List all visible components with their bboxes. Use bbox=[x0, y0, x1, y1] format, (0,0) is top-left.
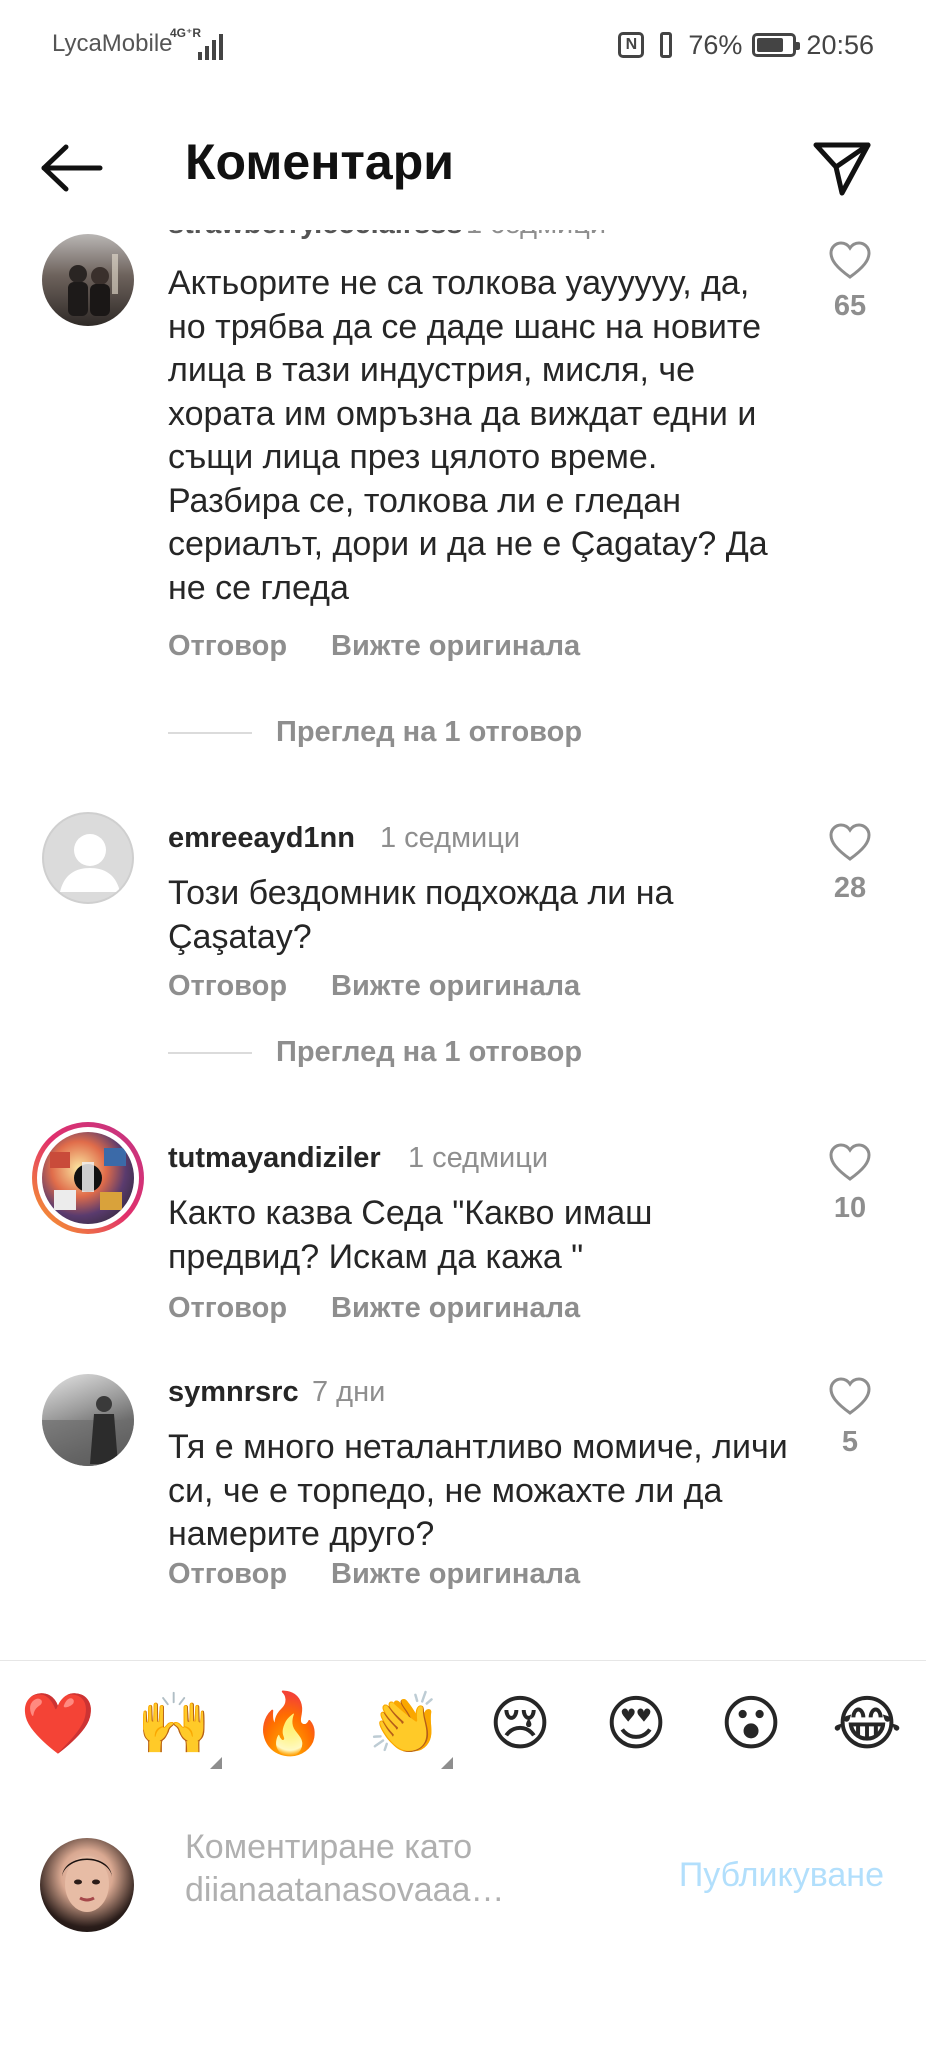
post-button[interactable]: Публикуване bbox=[679, 1856, 884, 1895]
comment-text: Както казва Седа "Какво имаш предвид? Ис… bbox=[168, 1194, 653, 1276]
clapping-hands-emoji-icon[interactable]: 👏 bbox=[367, 1689, 453, 1769]
reply-button[interactable]: Отговор bbox=[168, 630, 287, 663]
view-replies-button[interactable]: Преглед на 1 отговор bbox=[168, 1036, 582, 1069]
comment-username[interactable]: strawberry.ecclairsss bbox=[168, 230, 463, 241]
like-button[interactable]: 5 bbox=[822, 1376, 878, 1459]
view-replies-label: Преглед на 1 отговор bbox=[276, 1036, 583, 1068]
avatar[interactable] bbox=[42, 234, 134, 326]
comments-list[interactable]: strawberry.ecclairsss 1 седмици Актьорит… bbox=[0, 230, 926, 1660]
heart-icon bbox=[829, 823, 871, 861]
comment-username[interactable]: emreeayd1nn bbox=[168, 822, 355, 855]
comment-time: 7 дни bbox=[312, 1376, 386, 1408]
avatar[interactable] bbox=[42, 1374, 134, 1466]
comment-text: Този бездомник подхожда ли на Çaşatay? bbox=[168, 874, 674, 956]
story-ring-avatar[interactable] bbox=[32, 1122, 144, 1234]
heart-eyes-emoji-icon[interactable]: 😍 bbox=[598, 1689, 674, 1759]
comment-text: Актьорите не са толкова уаууууу, да, но … bbox=[168, 264, 768, 607]
share-button[interactable] bbox=[810, 135, 874, 199]
avatar[interactable] bbox=[42, 812, 134, 904]
comment-username[interactable]: tutmayandiziler bbox=[168, 1142, 381, 1175]
clock: 20:56 bbox=[806, 29, 874, 60]
tears-of-joy-emoji-icon[interactable]: 😂 bbox=[829, 1689, 905, 1759]
view-replies-button[interactable]: Преглед на 1 отговор bbox=[168, 716, 582, 749]
reply-button[interactable]: Отговор bbox=[168, 1558, 287, 1591]
signal-strength-icon bbox=[196, 30, 226, 60]
paper-plane-icon bbox=[813, 142, 871, 196]
red-heart-emoji-icon[interactable]: ❤️ bbox=[20, 1689, 96, 1759]
header: Коментари bbox=[0, 95, 926, 230]
see-original-button[interactable]: Вижте оригинала bbox=[331, 630, 580, 663]
like-count: 65 bbox=[833, 290, 867, 322]
default-avatar-icon bbox=[60, 834, 120, 892]
carrier-name: LycaMobile bbox=[52, 30, 173, 57]
reply-button[interactable]: Отговор bbox=[168, 970, 287, 1003]
see-original-button[interactable]: Вижте оригинала bbox=[331, 1292, 580, 1325]
emoji-reaction-bar: ❤️ 🙌 🔥 👏 😢 😍 😮 😂 bbox=[0, 1660, 926, 1787]
crying-face-emoji-icon[interactable]: 😢 bbox=[482, 1689, 558, 1759]
like-count: 5 bbox=[841, 1426, 859, 1458]
arrow-left-icon bbox=[41, 144, 103, 192]
heart-icon bbox=[829, 1377, 871, 1415]
view-replies-label: Преглед на 1 отговор bbox=[276, 716, 583, 748]
comment-username[interactable]: symnrsrc bbox=[168, 1376, 299, 1409]
comment-time: 1 седмици bbox=[466, 230, 606, 241]
surprised-face-emoji-icon[interactable]: 😮 bbox=[713, 1689, 789, 1759]
vibrate-icon bbox=[654, 32, 678, 58]
like-count: 28 bbox=[833, 872, 867, 904]
raising-hands-emoji-icon[interactable]: 🙌 bbox=[136, 1689, 222, 1769]
like-button[interactable]: 65 bbox=[822, 240, 878, 323]
comment-time: 1 седмици bbox=[380, 822, 521, 854]
comment-time: 1 седмици bbox=[408, 1142, 549, 1174]
see-original-button[interactable]: Вижте оригинала bbox=[331, 1558, 580, 1591]
heart-icon bbox=[829, 241, 871, 279]
like-count: 10 bbox=[833, 1192, 867, 1224]
fire-emoji-icon[interactable]: 🔥 bbox=[251, 1689, 327, 1759]
current-user-avatar bbox=[40, 1838, 134, 1932]
like-button[interactable]: 10 bbox=[822, 1142, 878, 1225]
comment-text: Тя е много неталантливо момиче, личи си,… bbox=[168, 1428, 788, 1553]
comment-input[interactable] bbox=[185, 1826, 645, 1926]
heart-icon bbox=[829, 1143, 871, 1181]
page-title: Коментари bbox=[185, 134, 454, 190]
reply-button[interactable]: Отговор bbox=[168, 1292, 287, 1325]
nfc-icon: N bbox=[618, 32, 645, 58]
comment-composer: Публикуване bbox=[0, 1786, 926, 2048]
see-original-button[interactable]: Вижте оригинала bbox=[331, 970, 580, 1003]
battery-icon bbox=[752, 33, 801, 57]
like-button[interactable]: 28 bbox=[822, 822, 878, 905]
status-bar: LycaMobile 4G⁺R N 76% 20:56 bbox=[0, 0, 926, 95]
back-button[interactable] bbox=[40, 143, 104, 193]
battery-percent: 76% bbox=[688, 29, 743, 60]
